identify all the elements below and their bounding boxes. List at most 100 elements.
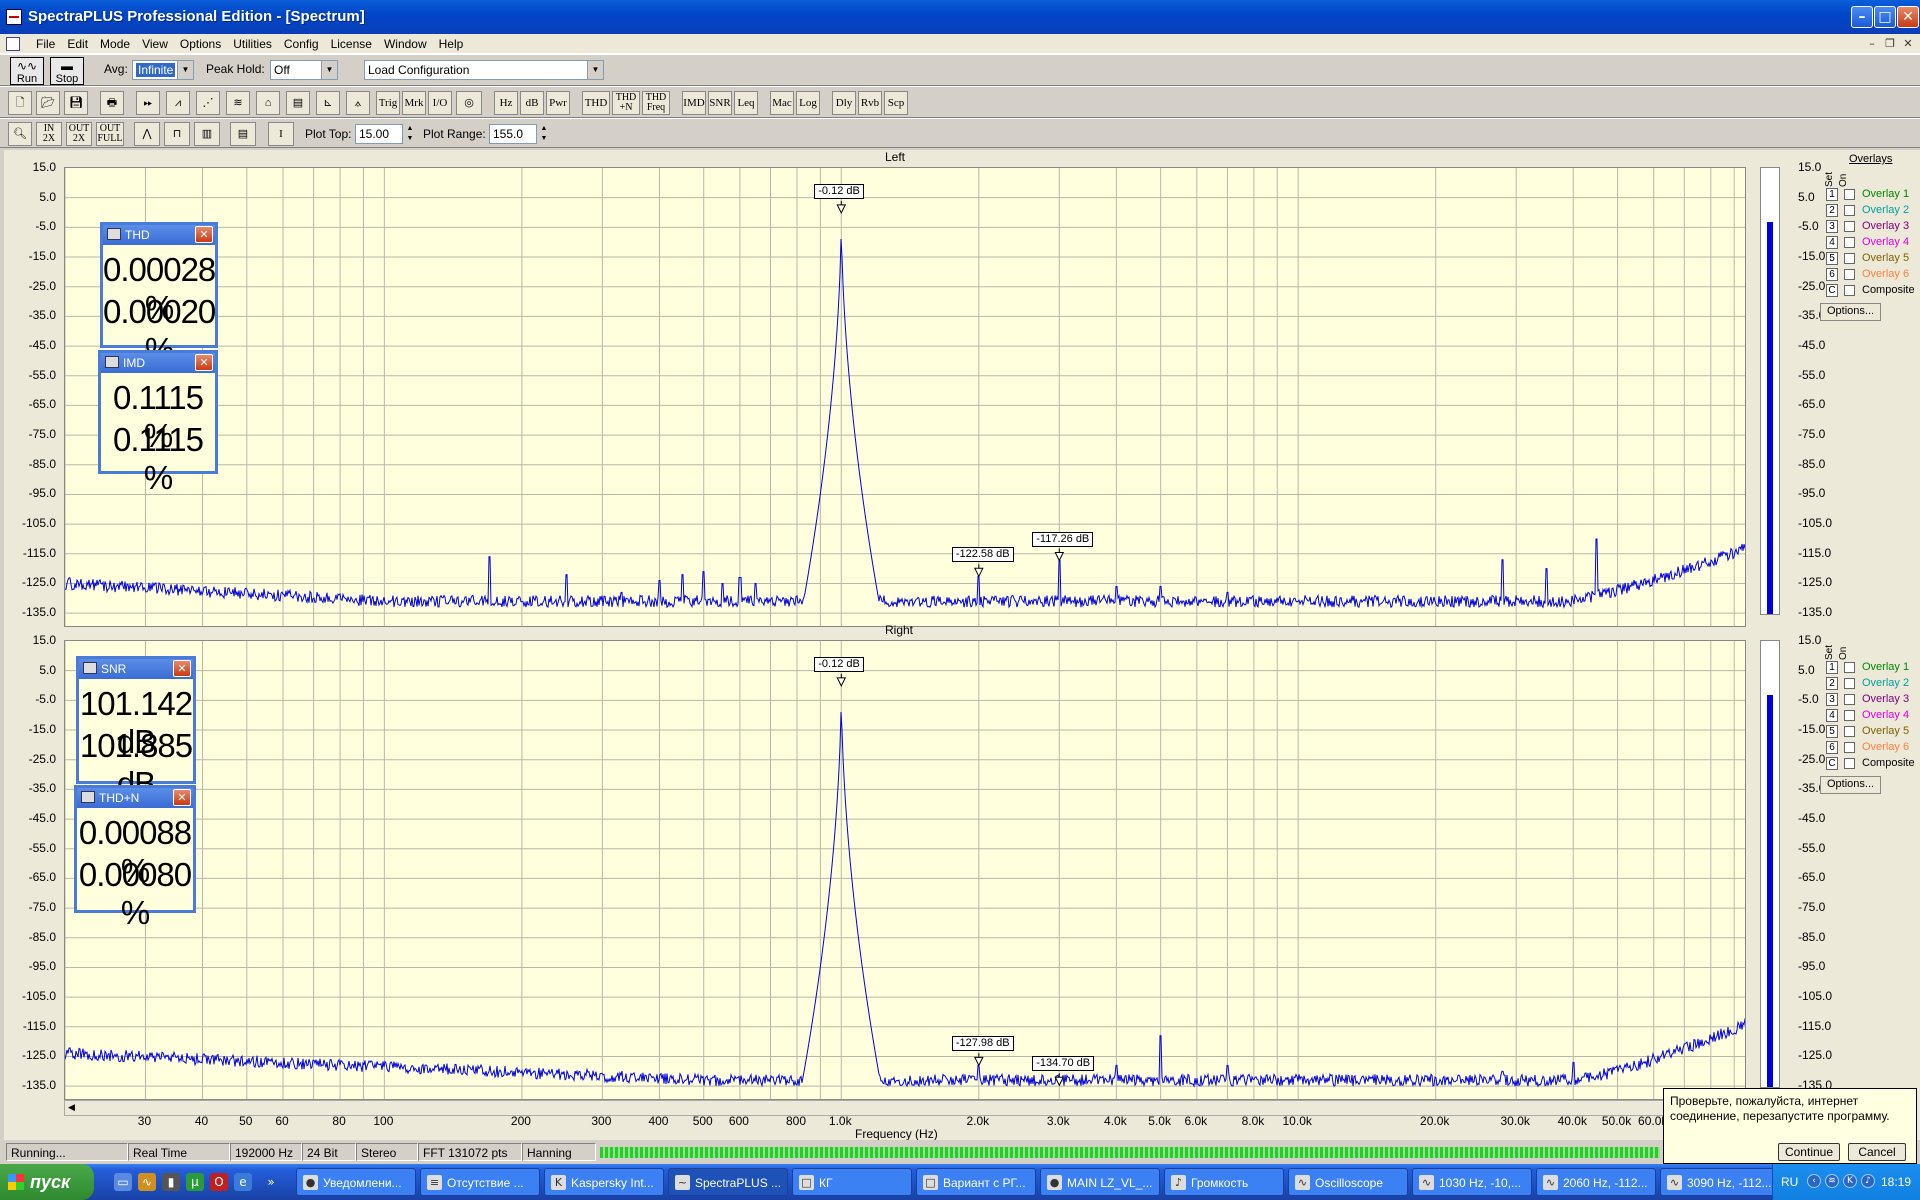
mdi-close-button[interactable]: ✕	[1900, 36, 1916, 52]
torrent-icon[interactable]: μ	[186, 1173, 204, 1191]
document-icon[interactable]	[6, 37, 20, 51]
marker-label[interactable]: -134.70 dB	[1032, 1056, 1095, 1072]
close-icon[interactable]: ✕	[173, 789, 191, 806]
taskbar-task[interactable]: ● MAIN LZ_VL_...	[1040, 1168, 1160, 1196]
zoom-icon[interactable]: 🔍︎	[8, 122, 32, 146]
marker-label[interactable]: -122.58 dB	[951, 547, 1014, 563]
overlay-set-button[interactable]: C	[1826, 284, 1838, 297]
overlay-checkbox[interactable]	[1844, 742, 1855, 753]
avg-select[interactable]: Infinite ▼	[132, 60, 194, 80]
result-window-titlebar[interactable]: THD+N ✕	[77, 788, 193, 808]
wave-app-icon[interactable]: ∿	[138, 1173, 156, 1191]
print-icon[interactable]: 🖶︎	[100, 91, 124, 115]
imd-result-window[interactable]: IMD ✕ 0.1115 % 0.1115 %	[98, 350, 218, 496]
taskbar-task[interactable]: □ КГ	[792, 1168, 912, 1196]
open-icon[interactable]: 📂︎	[36, 91, 60, 115]
plot-top-value[interactable]: 15.00	[355, 124, 403, 144]
overlay-row[interactable]: 6 Overlay 6	[1826, 267, 1920, 283]
tripod-icon[interactable]: ⟑	[346, 91, 370, 115]
overlay-options-button[interactable]: Options...	[1820, 303, 1882, 321]
pwr-button[interactable]: Pwr	[546, 91, 570, 115]
close-button[interactable]: ✕	[1897, 6, 1919, 28]
overlay-checkbox[interactable]	[1844, 662, 1855, 673]
overlay-set-button[interactable]: 5	[1826, 725, 1838, 738]
overlay-row[interactable]: 3 Overlay 3	[1826, 692, 1920, 708]
start-button[interactable]: пуск	[0, 1164, 94, 1200]
ie-icon[interactable]: e	[234, 1173, 252, 1191]
save-icon[interactable]: 💾︎	[64, 91, 88, 115]
thd-n-button[interactable]: THD +N	[612, 91, 640, 115]
cancel-button[interactable]: Cancel	[1848, 1143, 1906, 1161]
menu-edit[interactable]: Edit	[61, 34, 94, 54]
menu-utilities[interactable]: Utilities	[227, 34, 278, 54]
3d-icon[interactable]: ⌂	[256, 91, 280, 115]
stop-button[interactable]: ▬ Stop	[50, 57, 84, 85]
thd-n-result-window[interactable]: THD+N ✕ 0.00088 % 0.00080 %	[74, 785, 196, 931]
run-button[interactable]: ∿∿ Run	[10, 57, 44, 85]
overlay-checkbox[interactable]	[1844, 758, 1855, 769]
taskbar-task[interactable]: K Kaspersky Int...	[544, 1168, 664, 1196]
taskbar-task[interactable]: ∿ Oscilloscope	[1288, 1168, 1408, 1196]
menu-license[interactable]: License	[325, 34, 378, 54]
menu-mode[interactable]: Mode	[94, 34, 136, 54]
taskbar-task[interactable]: ● Уведомлени...	[296, 1168, 416, 1196]
overlay-row[interactable]: 1 Overlay 1	[1826, 660, 1920, 676]
octave-icon[interactable]: ▥	[194, 122, 220, 146]
overlay-set-button[interactable]: 2	[1826, 204, 1838, 217]
minimize-button[interactable]: –	[1851, 6, 1873, 28]
overlay-checkbox[interactable]	[1844, 237, 1855, 248]
overlay-checkbox[interactable]	[1844, 253, 1855, 264]
scp-button[interactable]: Scp	[884, 91, 908, 115]
waterfall-icon[interactable]: ≋	[226, 91, 250, 115]
forward-icon[interactable]: ⏩︎	[136, 91, 160, 115]
spinner-arrows-icon[interactable]: ▲ ▼	[405, 124, 415, 144]
new-file-icon[interactable]: 🗋︎	[8, 91, 32, 115]
more-icon[interactable]: »	[262, 1173, 280, 1191]
signal-generator-icon[interactable]: ◎	[456, 91, 482, 115]
scroll-left-icon[interactable]: ◀	[68, 1102, 75, 1113]
zoom-out-2x-button[interactable]: OUT 2X	[66, 122, 92, 146]
menu-file[interactable]: File	[30, 34, 61, 54]
continue-button[interactable]: Continue	[1778, 1143, 1840, 1161]
overlay-row[interactable]: 2 Overlay 2	[1826, 676, 1920, 692]
mac-button[interactable]: Mac	[770, 91, 794, 115]
imd-button[interactable]: IMD	[682, 91, 706, 115]
close-icon[interactable]: ✕	[195, 354, 213, 371]
cursor-icon[interactable]: I	[268, 122, 294, 146]
trig-button[interactable]: Trig	[376, 91, 400, 115]
result-window-titlebar[interactable]: SNR ✕	[79, 659, 193, 679]
language-indicator[interactable]: RU	[1781, 1175, 1798, 1189]
menu-window[interactable]: Window	[378, 34, 433, 54]
peak-hold-select[interactable]: Off ▼	[270, 60, 338, 80]
overlay-row[interactable]: 2 Overlay 2	[1826, 203, 1920, 219]
marker-label[interactable]: -117.26 dB	[1032, 531, 1094, 547]
overlay-set-button[interactable]: 1	[1826, 661, 1838, 674]
axes-icon[interactable]: ⊾	[316, 91, 340, 115]
overlay-checkbox[interactable]	[1844, 694, 1855, 705]
taskbar-task[interactable]: □ Вариант с РГ...	[916, 1168, 1036, 1196]
snr-result-window[interactable]: SNR ✕ 101.142 dB 101.885 dB	[76, 656, 196, 802]
overlay-checkbox[interactable]	[1844, 269, 1855, 280]
db-button[interactable]: dB	[520, 91, 544, 115]
i-o-button[interactable]: I/O	[428, 91, 452, 115]
marker-label[interactable]: -0.12 dB	[814, 656, 864, 672]
taskbar-task[interactable]: ∿ 3090 Hz, -112...	[1660, 1168, 1780, 1196]
taskbar-task[interactable]: ∿ 2060 Hz, -112...	[1536, 1168, 1656, 1196]
leq-button[interactable]: Leq	[734, 91, 758, 115]
right-spectrum-plot[interactable]	[64, 640, 1746, 1100]
overlay-row[interactable]: 4 Overlay 4	[1826, 708, 1920, 724]
result-window-titlebar[interactable]: THD ✕	[103, 225, 215, 245]
mdi-minimize-button[interactable]: –	[1864, 36, 1880, 52]
marker-label[interactable]: -0.12 dB	[814, 183, 864, 199]
overlay-row[interactable]: C Composite	[1826, 283, 1920, 299]
overlay-set-button[interactable]: 3	[1826, 693, 1838, 706]
tray-network-icon[interactable]: ≋	[1825, 1174, 1839, 1188]
overlay-set-button[interactable]: 6	[1826, 268, 1838, 281]
overlay-checkbox[interactable]	[1844, 710, 1855, 721]
opera-icon[interactable]: O	[210, 1173, 228, 1191]
overlay-set-button[interactable]: 4	[1826, 236, 1838, 249]
marker-label[interactable]: -127.98 dB	[951, 1036, 1014, 1052]
overlay-checkbox[interactable]	[1844, 726, 1855, 737]
table-icon[interactable]: ▤	[286, 91, 310, 115]
spinner-arrows-icon[interactable]: ▲ ▼	[539, 124, 549, 144]
